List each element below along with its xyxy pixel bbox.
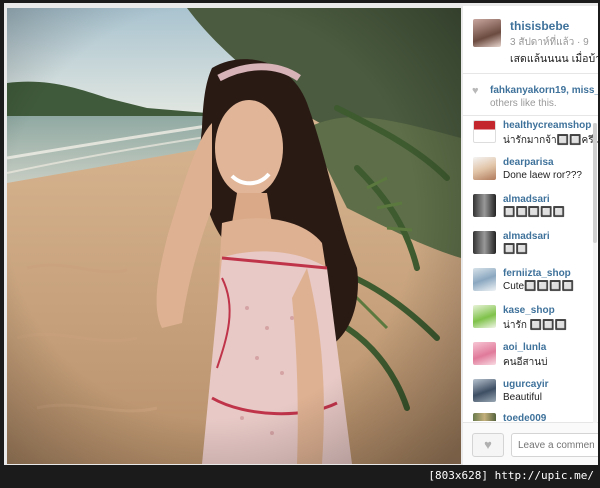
comment-username[interactable]: healthycreamshop [503, 120, 591, 131]
comment-item: ferniizta_shop Cute🔲🔲🔲🔲 [463, 264, 598, 300]
comment-input[interactable] [511, 433, 598, 457]
comments-list: healthycreamshop น่ารักมากจ้า🔲🔲ครีมหน้ d… [463, 116, 598, 421]
avatar[interactable] [473, 268, 496, 291]
post-time-ago[interactable]: 3 สัปดาห์ที่แล้ว · 9 [510, 35, 589, 50]
comment-text: 🔲🔲🔲🔲🔲 [503, 207, 566, 218]
comment-item: almadsari 🔲🔲🔲🔲🔲 [463, 190, 598, 226]
comment-text: น่ารัก 🔲🔲🔲 [503, 320, 568, 331]
likes-section: ♥ fahkanyakorn19, miss_ others like this… [463, 74, 598, 116]
avatar[interactable] [473, 194, 496, 217]
avatar[interactable] [473, 379, 496, 402]
comment-text: 🔲🔲 [503, 244, 528, 255]
comment-username[interactable]: kase_shop [503, 305, 555, 316]
heart-icon: ♥ [484, 437, 492, 452]
scroll-thumb[interactable] [593, 123, 597, 243]
comment-text: Cute🔲🔲🔲🔲 [503, 281, 574, 292]
heart-icon: ♥ [472, 85, 479, 97]
post-side-panel: thisisbebe 3 สัปดาห์ที่แล้ว · 9 เสดแล้นน… [463, 6, 598, 465]
comments-scrollbar[interactable] [593, 123, 597, 423]
comment-username[interactable]: almadsari [503, 194, 550, 205]
comment-text: Beautiful [503, 392, 542, 403]
comment-text: Done laew ror??? [503, 170, 582, 181]
comment-text: คนอีสานบ่ [503, 357, 548, 368]
comment-item: dearparisa Done laew ror??? [463, 153, 598, 189]
comment-username[interactable]: almadsari [503, 231, 550, 242]
likers-list[interactable]: fahkanyakorn19, miss_ [490, 85, 598, 96]
comment-text: น่ารักมากจ้า🔲🔲ครีมหน้ [503, 135, 598, 146]
avatar[interactable] [473, 305, 496, 328]
comment-item: toede009 [463, 409, 598, 421]
comment-username[interactable]: aoi_lunla [503, 342, 546, 353]
post-username[interactable]: thisisbebe [510, 19, 569, 33]
avatar[interactable] [473, 157, 496, 180]
comment-username[interactable]: dearparisa [503, 157, 554, 168]
avatar[interactable] [473, 231, 496, 254]
comment-item: ugurcayir Beautiful [463, 375, 598, 411]
comment-item: healthycreamshop น่ารักมากจ้า🔲🔲ครีมหน้ [463, 116, 598, 152]
comment-username[interactable]: ugurcayir [503, 379, 549, 390]
comment-footer: ♥ [463, 422, 598, 465]
post-caption: เสดแล้นนนน เมื่อบ้าย [510, 53, 598, 65]
avatar[interactable] [473, 342, 496, 365]
comment-item: kase_shop น่ารัก 🔲🔲🔲 [463, 301, 598, 337]
comment-username[interactable]: toede009 [503, 413, 546, 421]
photo-viewer: thisisbebe 3 สัปดาห์ที่แล้ว · 9 เสดแล้นน… [4, 3, 598, 465]
avatar[interactable] [473, 120, 496, 143]
comment-item: almadsari 🔲🔲 [463, 227, 598, 263]
post-photo[interactable] [7, 8, 461, 464]
comment-item: aoi_lunla คนอีสานบ่ [463, 338, 598, 374]
image-size-watermark: [803x628] http://upic.me/ [428, 469, 594, 482]
others-like-text: others like this. [490, 98, 557, 109]
like-button[interactable]: ♥ [472, 433, 504, 457]
post-header: thisisbebe 3 สัปดาห์ที่แล้ว · 9 เสดแล้นน… [463, 6, 598, 74]
comment-username[interactable]: ferniizta_shop [503, 268, 571, 279]
avatar[interactable] [473, 413, 496, 421]
avatar[interactable] [473, 19, 501, 47]
